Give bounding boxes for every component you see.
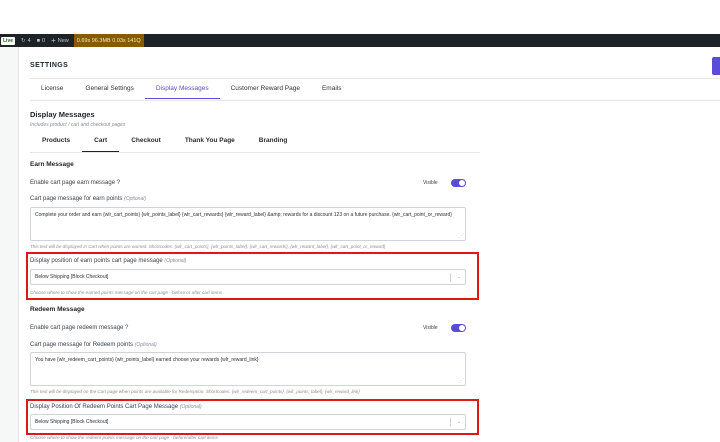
- earn-message-help: This text will be displayed in Cart when…: [30, 244, 386, 249]
- optional-tag: (Optional): [164, 258, 187, 264]
- subtabs-divider: [30, 152, 480, 153]
- redeem-message-value: You have {wlr_redeem_cart_points} {wlr_p…: [35, 357, 259, 363]
- main-tabs: License General Settings Display Message…: [30, 85, 352, 99]
- earn-message-label-text: Cart page message for earn points: [30, 196, 123, 202]
- earn-position-label-text: Display position of earn points cart pag…: [30, 258, 163, 264]
- subtab-products[interactable]: Products: [30, 137, 82, 152]
- redeem-position-label: Display Position Of Redeem Points Cart P…: [30, 404, 202, 410]
- tabs-divider: [30, 100, 720, 101]
- resize-grip-icon[interactable]: ⋰: [459, 379, 464, 384]
- earn-position-help: Choose where to show the earned points m…: [30, 290, 223, 295]
- sub-tabs: Products Cart Checkout Thank You Page Br…: [30, 137, 299, 152]
- tab-customer-reward-page[interactable]: Customer Reward Page: [220, 85, 311, 99]
- tab-general-settings[interactable]: General Settings: [74, 85, 144, 99]
- earn-message-textarea[interactable]: Complete your order and earn {wlr_cart_p…: [30, 207, 466, 241]
- redeem-visible-label: Visible: [423, 325, 438, 331]
- earn-message-heading: Earn Message: [30, 161, 74, 168]
- redeem-message-textarea[interactable]: You have {wlr_redeem_cart_points} {wlr_p…: [30, 352, 466, 386]
- tab-license[interactable]: License: [30, 85, 74, 99]
- redeem-message-help: This text will be displayed on the Cart …: [30, 389, 360, 394]
- subtab-branding[interactable]: Branding: [247, 137, 300, 152]
- live-badge[interactable]: Live: [1, 36, 16, 45]
- page-title: SETTINGS: [30, 62, 69, 69]
- settings-page: SETTINGS License General Settings Displa…: [19, 47, 720, 442]
- subtab-thank-you-page[interactable]: Thank You Page: [173, 137, 247, 152]
- updates-count: 4: [27, 37, 31, 44]
- new-content-item[interactable]: + New: [51, 35, 69, 45]
- admin-sidebar-edge: [0, 47, 19, 442]
- browser-top-area: [0, 0, 720, 34]
- select-separator: [450, 273, 451, 282]
- toggle-knob: [459, 325, 465, 331]
- toggle-knob: [459, 180, 465, 186]
- subtab-checkout[interactable]: Checkout: [119, 137, 173, 152]
- redeem-message-heading: Redeem Message: [30, 306, 85, 313]
- comments-count: 0: [42, 37, 46, 44]
- refresh-icon: ↻: [21, 37, 26, 44]
- earn-visible-toggle[interactable]: [451, 179, 466, 187]
- new-label: New: [57, 37, 69, 44]
- earn-position-value: Below Shipping [Block Checkout]: [35, 274, 109, 280]
- redeem-message-label-text: Cart page message for Redeem points: [30, 342, 134, 348]
- query-monitor-stats[interactable]: 0.69s 96.3MB 0.03s 141Q: [73, 34, 144, 47]
- redeem-enable-label: Enable cart page redeem message ?: [30, 325, 129, 331]
- redeem-position-help: Choose where to show the redeem points m…: [30, 435, 218, 440]
- chevron-down-icon: ⌄: [456, 419, 461, 425]
- earn-enable-label: Enable cart page earn message ?: [30, 180, 121, 186]
- earn-position-label: Display position of earn points cart pag…: [30, 258, 186, 264]
- admin-bar: Live ↻ 4 ■ 0 + New 0.69s 96.3MB 0.03s 14…: [0, 34, 720, 47]
- comments-item[interactable]: ■ 0: [37, 38, 45, 44]
- earn-message-label: Cart page message for earn points (Optio…: [30, 196, 146, 202]
- subtab-cart[interactable]: Cart: [82, 137, 120, 152]
- earn-message-value: Complete your order and earn {wlr_cart_p…: [35, 212, 452, 218]
- redeem-visible-toggle[interactable]: [451, 324, 466, 332]
- redeem-position-label-text: Display Position Of Redeem Points Cart P…: [30, 404, 179, 410]
- updates-item[interactable]: ↻ 4: [21, 38, 31, 44]
- select-separator: [450, 418, 451, 427]
- earn-visible-label: Visible: [423, 180, 438, 186]
- comment-icon: ■: [36, 37, 41, 44]
- redeem-message-label: Cart page message for Redeem points (Opt…: [30, 342, 157, 348]
- tab-display-messages[interactable]: Display Messages: [144, 85, 220, 99]
- section-subtitle: Includes product / cart and checkout pag…: [30, 122, 126, 128]
- plus-icon: +: [51, 35, 56, 45]
- section-title: Display Messages: [30, 110, 95, 119]
- redeem-position-value: Below Shipping [Block Checkout]: [35, 419, 109, 425]
- chevron-down-icon: ⌄: [456, 274, 461, 280]
- optional-tag: (Optional): [179, 404, 202, 410]
- resize-grip-icon[interactable]: ⋰: [459, 234, 464, 239]
- divider: [30, 78, 720, 79]
- optional-tag: (Optional): [124, 196, 147, 202]
- redeem-position-select[interactable]: Below Shipping [Block Checkout] ⌄: [30, 414, 466, 430]
- tab-emails[interactable]: Emails: [311, 85, 353, 99]
- earn-position-select[interactable]: Below Shipping [Block Checkout] ⌄: [30, 269, 466, 285]
- optional-tag: (Optional): [134, 342, 157, 348]
